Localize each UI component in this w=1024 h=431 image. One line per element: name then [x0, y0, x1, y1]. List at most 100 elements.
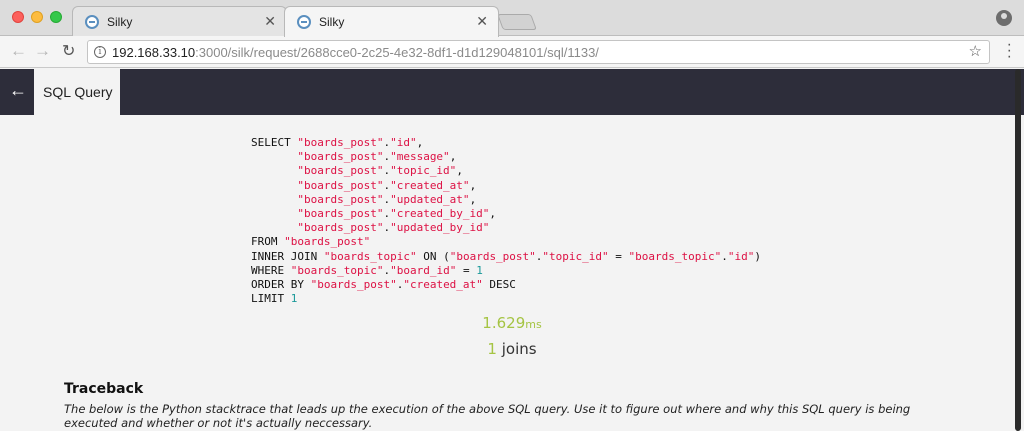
sql-keyword: [251, 179, 297, 192]
scrollbar-thumb[interactable]: [1015, 69, 1021, 431]
zoom-window-button[interactable]: [50, 11, 62, 23]
sql-line: "boards_post"."updated_by_id": [251, 221, 761, 235]
sql-keyword: [251, 164, 297, 177]
tab-title: Silky: [319, 15, 345, 29]
sql-identifier: "id": [390, 136, 417, 149]
sql-identifier: "boards_post": [297, 221, 384, 235]
sql-identifier: "updated_by_id": [390, 221, 490, 235]
tab-label: SQL Query: [43, 84, 113, 100]
sql-identifier: "boards_post": [297, 136, 384, 149]
sql-keyword: =: [608, 249, 629, 263]
tab-sql-query[interactable]: SQL Query: [34, 69, 120, 115]
sql-line: "boards_post"."created_at",: [251, 179, 761, 193]
info-icon[interactable]: i: [94, 46, 106, 58]
sql-identifier: "message": [390, 150, 450, 164]
sql-line: ORDER BY "boards_post"."created_at" DESC: [251, 278, 761, 292]
browser-toolbar: ← → ↻ i 192.168.33.10:3000/silk/request/…: [0, 36, 1024, 68]
sql-keyword: ON (: [416, 249, 450, 263]
sql-keyword: ,: [469, 178, 477, 192]
sql-line: "boards_post"."updated_at",: [251, 193, 761, 207]
minimize-window-button[interactable]: [31, 11, 43, 23]
sql-query-block: SELECT "boards_post"."id", "boards_post"…: [251, 136, 761, 306]
sql-identifier: "boards_post": [297, 192, 384, 206]
close-window-button[interactable]: [12, 11, 24, 23]
sql-identifier: "boards_post": [297, 150, 384, 164]
sql-number: 1: [290, 292, 298, 306]
sql-keyword: ,: [416, 136, 424, 149]
sql-identifier: "created_at": [403, 278, 483, 292]
sql-identifier: "boards_post": [297, 178, 384, 192]
traceback-description: The below is the Python stacktrace that …: [64, 402, 911, 430]
sql-keyword: SELECT: [251, 136, 298, 149]
back-icon[interactable]: ←: [9, 80, 27, 101]
browser-menu-icon[interactable]: · · ·: [1007, 37, 1012, 65]
sql-keyword: ,: [469, 192, 477, 206]
sql-identifier: "board_id": [390, 263, 457, 277]
sql-keyword: DESC: [482, 278, 516, 292]
sql-identifier: "created_at": [390, 178, 470, 192]
sql-identifier: "boards_topic": [628, 249, 722, 263]
url-text[interactable]: 192.168.33.10:3000/silk/request/2688cce0…: [112, 45, 599, 60]
back-arrow-icon[interactable]: ←: [10, 41, 27, 61]
tab-title: Silky: [107, 15, 133, 29]
sql-keyword: ,: [489, 207, 497, 221]
sql-line: "boards_post"."message",: [251, 150, 761, 164]
sql-identifier: "id": [727, 249, 755, 263]
sql-identifier: "boards_topic": [290, 263, 384, 277]
traceback-heading: Traceback: [64, 381, 144, 397]
sql-line: INNER JOIN "boards_topic" ON ("boards_po…: [251, 250, 761, 264]
sql-keyword: LIMIT: [251, 292, 291, 306]
close-tab-icon[interactable]: ✕: [264, 13, 276, 30]
sql-keyword: ORDER BY: [251, 278, 311, 292]
sql-keyword: FROM: [251, 235, 285, 249]
browser-tab-2[interactable]: Silky ✕: [284, 6, 499, 37]
silky-favicon-icon: [85, 15, 99, 29]
close-tab-icon[interactable]: ✕: [476, 13, 488, 30]
new-tab-button[interactable]: [497, 14, 537, 30]
query-time-value: 1.629: [482, 314, 526, 332]
query-joins: 1 joins: [0, 340, 1024, 358]
sql-line: "boards_post"."topic_id",: [251, 164, 761, 178]
url-host: 192.168.33.10: [112, 45, 196, 60]
browser-tab-1[interactable]: Silky ✕: [72, 6, 287, 36]
query-time-unit: ms: [525, 318, 542, 331]
sql-line: FROM "boards_post": [251, 235, 761, 249]
joins-count: 1: [487, 340, 497, 358]
sql-identifier: "boards_post": [449, 249, 536, 263]
sql-identifier: "boards_topic": [323, 249, 417, 263]
sql-keyword: [251, 207, 297, 220]
url-path: :3000/silk/request/2688cce0-2c25-4e32-8d…: [195, 45, 599, 60]
sql-identifier: "boards_post": [297, 164, 384, 178]
profile-icon[interactable]: [996, 10, 1012, 26]
forward-arrow-icon[interactable]: →: [34, 41, 51, 61]
silky-favicon-icon: [297, 15, 311, 29]
address-bar[interactable]: i 192.168.33.10:3000/silk/request/2688cc…: [87, 40, 990, 64]
reload-icon[interactable]: ↻: [62, 41, 75, 61]
sql-keyword: =: [456, 263, 477, 277]
bookmark-star-icon[interactable]: ☆: [969, 42, 982, 60]
sql-keyword: INNER JOIN: [251, 249, 324, 263]
sql-line: WHERE "boards_topic"."board_id" = 1: [251, 264, 761, 278]
joins-label: joins: [501, 340, 537, 358]
sql-keyword: [251, 150, 297, 163]
app-header: ← SQL Query: [0, 69, 1024, 115]
sql-line: SELECT "boards_post"."id",: [251, 136, 761, 150]
sql-line: "boards_post"."created_by_id",: [251, 207, 761, 221]
sql-line: LIMIT 1: [251, 292, 761, 306]
sql-identifier: "topic_id": [390, 164, 457, 178]
sql-keyword: ,: [456, 164, 463, 178]
browser-tab-bar: Silky ✕ Silky ✕: [0, 0, 1024, 37]
sql-identifier: "updated_at": [390, 192, 470, 206]
sql-identifier: "created_by_id": [390, 207, 490, 221]
sql-keyword: [251, 193, 297, 206]
sql-identifier: "boards_post": [310, 278, 397, 292]
sql-keyword: [251, 221, 297, 234]
sql-identifier: "topic_id": [542, 249, 609, 263]
sql-identifier: "boards_post": [297, 207, 384, 221]
sql-keyword: ): [754, 249, 761, 263]
query-time: 1.629ms: [0, 314, 1024, 332]
sql-keyword: .: [721, 249, 728, 263]
scrollbar[interactable]: [1014, 69, 1022, 431]
sql-identifier: "boards_post": [284, 235, 371, 249]
sql-number: 1: [476, 263, 483, 277]
